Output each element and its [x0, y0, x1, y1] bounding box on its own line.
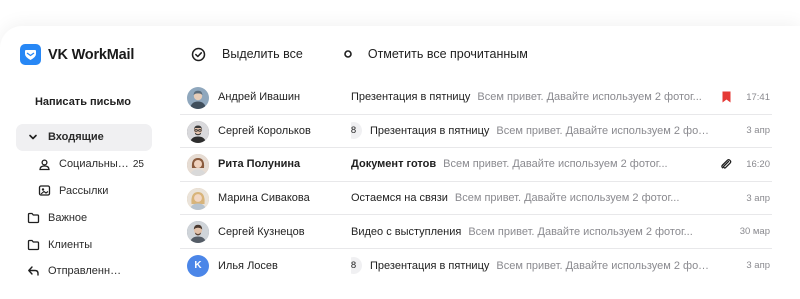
nav-item-newsletters[interactable]: Рассылки	[16, 178, 152, 205]
nav-item-social[interactable]: Социальные... 25	[16, 151, 152, 178]
message-row[interactable]: Марина Сивакова Остаемся на связи Всем п…	[180, 182, 772, 216]
avatar-initial: K	[187, 254, 209, 277]
message-preview: 8 Презентация в пятницу Всем привет. Дав…	[351, 257, 710, 275]
message-snippet: Всем привет. Давайте используем 2 фотог.…	[468, 225, 693, 238]
paperclip-icon	[720, 157, 732, 171]
sidebar: VK WorkMail Написать письмо Входящие Соц…	[0, 26, 166, 299]
message-snippet: Всем привет. Давайте используем 2 фотог.…	[443, 158, 668, 171]
sender-name: Рита Полунина	[218, 158, 301, 171]
nav-item-clients[interactable]: Клиенты	[16, 231, 152, 258]
message-date: 30 мар	[739, 226, 770, 238]
avatar	[187, 120, 209, 143]
message-date: 17:41	[746, 91, 770, 103]
read-dot-icon	[340, 46, 356, 62]
logo-icon	[20, 44, 41, 65]
folder-icon	[26, 238, 40, 252]
select-all-label: Выделить все	[222, 47, 303, 61]
message-preview: Документ готов Всем привет. Давайте испо…	[351, 158, 710, 170]
bookmark-icon[interactable]	[720, 90, 732, 104]
folder-nav: Входящие Социальные... 25 Рассылки Важно…	[16, 124, 152, 285]
message-preview: Презентация в пятницу Всем привет. Давай…	[351, 91, 710, 103]
message-date: 3 апр	[746, 260, 770, 272]
message-row[interactable]: K Илья Лосев 8 Презентация в пятницу Все…	[180, 249, 772, 283]
message-row[interactable]: Андрей Ивашин Презентация в пятницу Всем…	[180, 81, 772, 115]
message-preview: 8 Презентация в пятницу Всем привет. Дав…	[351, 122, 710, 140]
avatar	[187, 87, 209, 109]
check-circle-icon	[190, 46, 206, 62]
message-row[interactable]: Сергей Кузнецов Видео с выступления Всем…	[180, 215, 772, 249]
nav-item-important[interactable]: Важное	[16, 204, 152, 231]
message-subject: Презентация в пятницу	[370, 124, 490, 137]
list-toolbar: Выделить все Отметить все прочитанным	[190, 44, 528, 64]
select-all-button[interactable]: Выделить все	[190, 46, 303, 62]
nav-item-label: Клиенты	[48, 238, 93, 251]
sender-name: Илья Лосев	[218, 259, 278, 272]
message-date: 16:20	[746, 158, 770, 170]
message-row[interactable]: Рита Полунина Документ готов Всем привет…	[180, 148, 772, 182]
message-snippet: Всем привет. Давайте используем 2 фотог.…	[454, 192, 680, 205]
message-row[interactable]: Сергей Корольков 8 Презентация в пятницу…	[180, 115, 772, 149]
compose-button[interactable]: Написать письмо	[18, 90, 148, 114]
sender-name: Сергей Корольков	[218, 124, 311, 137]
nav-item-label: Социальные...	[59, 158, 133, 171]
message-subject: Презентация в пятницу	[370, 259, 490, 272]
avatar	[187, 154, 209, 177]
message-snippet: Всем привет. Давайте используем 2 фотог.…	[496, 124, 710, 137]
folder-icon	[26, 211, 40, 225]
message-subject: Видео с выступления	[351, 225, 462, 238]
nav-item-label: Входящие	[48, 131, 104, 144]
thread-count-badge: 8	[351, 257, 362, 275]
message-preview: Видео с выступления Всем привет. Давайте…	[351, 226, 710, 238]
mail-window: VK WorkMail Написать письмо Входящие Соц…	[0, 26, 800, 299]
sender-name: Андрей Ивашин	[218, 91, 301, 104]
nav-item-label: Важное	[48, 211, 88, 224]
nav-item-inbox[interactable]: Входящие	[16, 124, 152, 151]
sent-icon	[26, 264, 40, 278]
app-logo[interactable]: VK WorkMail	[20, 44, 134, 65]
people-icon	[37, 157, 51, 171]
message-snippet: Всем привет. Давайте используем 2 фотог.…	[496, 259, 710, 272]
message-preview: Остаемся на связи Всем привет. Давайте и…	[351, 192, 710, 204]
message-date: 3 апр	[746, 192, 770, 204]
nav-item-sent[interactable]: Отправленные	[16, 258, 152, 285]
message-snippet: Всем привет. Давайте используем 2 фотог.…	[477, 91, 702, 104]
mark-all-read-button[interactable]: Отметить все прочитанным	[340, 46, 528, 62]
chevron-down-icon	[26, 130, 40, 144]
app-name: VK WorkMail	[48, 46, 135, 63]
unread-count: 25	[132, 158, 144, 170]
avatar	[187, 221, 209, 244]
message-date: 3 апр	[746, 125, 770, 137]
message-subject: Остаемся на связи	[351, 192, 448, 205]
message-list: Андрей Ивашин Презентация в пятницу Всем…	[180, 81, 772, 283]
avatar	[187, 187, 209, 210]
nav-item-label: Рассылки	[59, 184, 109, 197]
sender-name: Марина Сивакова	[218, 192, 310, 205]
nav-item-label: Отправленные	[48, 265, 122, 278]
mark-all-read-label: Отметить все прочитанным	[367, 47, 528, 61]
newsletter-icon	[37, 184, 51, 198]
message-subject: Документ готов	[351, 158, 437, 171]
message-subject: Презентация в пятницу	[351, 91, 471, 104]
thread-count-badge: 8	[351, 122, 362, 140]
sender-name: Сергей Кузнецов	[218, 225, 305, 238]
